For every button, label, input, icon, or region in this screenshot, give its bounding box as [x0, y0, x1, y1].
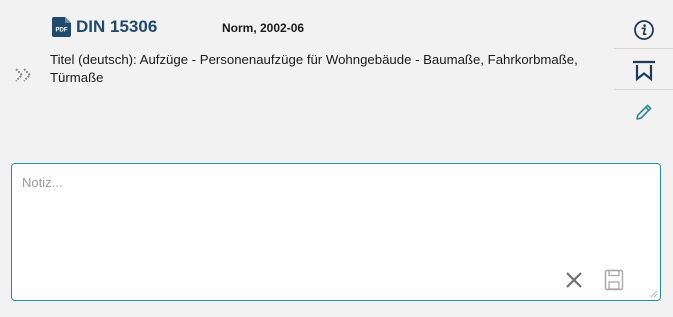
note-box: [11, 163, 661, 301]
pdf-icon-label: PDF: [56, 28, 68, 34]
bookmark-icon: [632, 60, 655, 82]
document-card: PDF DIN 15306 Norm, 2002-06 Titel (deuts…: [0, 0, 673, 317]
clear-note-button[interactable]: [562, 268, 586, 292]
resize-grip-icon[interactable]: [650, 290, 658, 298]
document-header: PDF DIN 15306: [52, 16, 157, 38]
info-icon: [633, 20, 654, 40]
expand-chevron-icon[interactable]: [14, 65, 36, 85]
bookmark-button[interactable]: [614, 53, 673, 90]
info-button[interactable]: [614, 12, 673, 49]
save-note-button[interactable]: [602, 268, 626, 292]
side-actions: [614, 12, 673, 130]
pencil-icon: [635, 104, 651, 120]
save-icon: [604, 269, 624, 291]
pdf-icon[interactable]: PDF: [52, 17, 71, 37]
document-title: Titel (deutsch): Aufzüge - Personenaufzü…: [50, 52, 578, 85]
document-number-link[interactable]: DIN 15306: [76, 17, 157, 37]
document-type-date: Norm, 2002-06: [222, 21, 305, 35]
close-icon: [566, 272, 582, 288]
edit-button[interactable]: [614, 94, 673, 130]
